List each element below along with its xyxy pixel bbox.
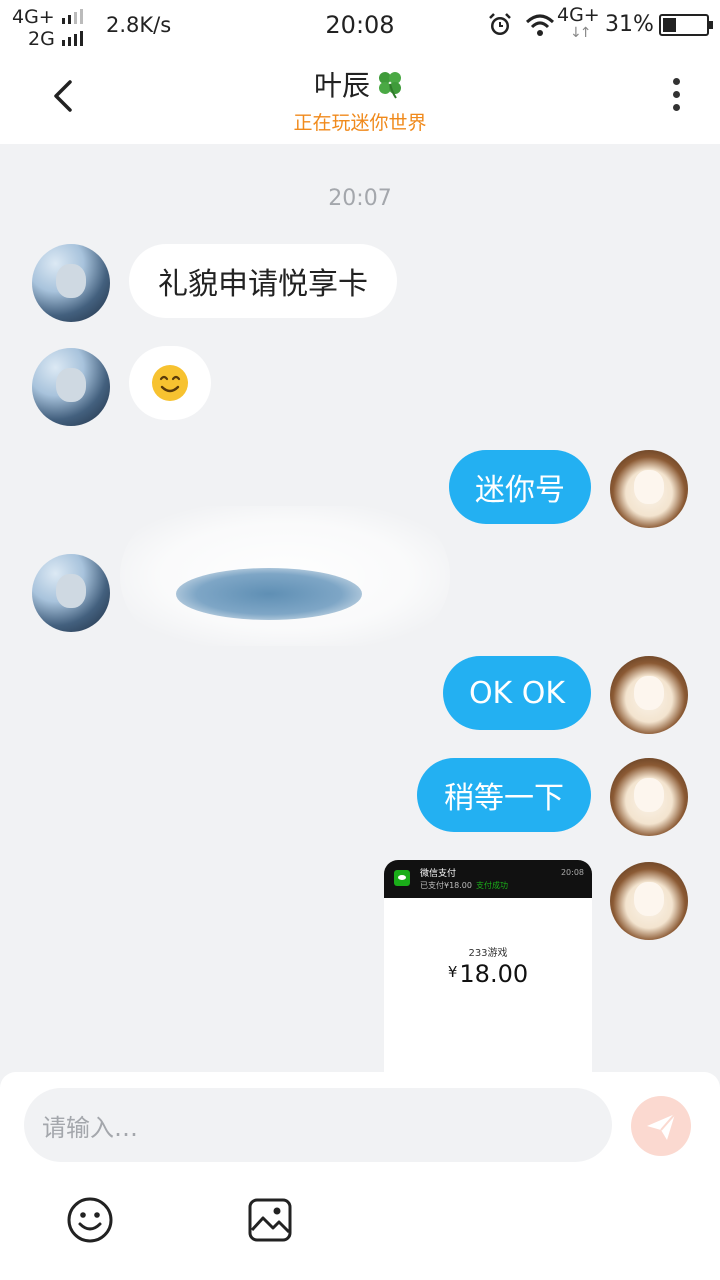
data-activity-icon: ↓↑: [570, 25, 592, 41]
payment-screenshot-image[interactable]: 微信支付 已支付¥18.00 支付成功 20:08 233游戏 ¥18.00: [384, 860, 592, 1074]
payment-app-name: 微信支付: [420, 869, 457, 879]
my-avatar[interactable]: [610, 450, 688, 528]
title-block: 叶辰 正在玩迷你世界: [0, 64, 720, 135]
message-timestamp: 20:07: [328, 186, 392, 211]
redacted-message: [120, 506, 450, 646]
status-bar: 4G+ 2G 2.8K/s 20:08 4G+ ↓↑ 31%: [0, 0, 720, 52]
payment-status: 支付成功: [476, 881, 508, 890]
wifi-icon: [525, 14, 555, 36]
notification-bar: 微信支付 已支付¥18.00 支付成功 20:08: [384, 860, 592, 898]
wechat-pay-icon: [394, 870, 410, 886]
contact-avatar[interactable]: [32, 348, 110, 426]
image-icon[interactable]: [246, 1196, 294, 1244]
smiling-face-emoji: [152, 365, 188, 401]
more-options-button[interactable]: [664, 78, 688, 118]
contact-name-row[interactable]: 叶辰: [314, 64, 406, 104]
input-placeholder: 请输入…: [42, 1113, 138, 1142]
message-text: 迷你号: [475, 473, 565, 508]
payment-merchant: 233游戏: [468, 948, 508, 959]
currency-symbol: ¥: [447, 963, 458, 981]
chat-header: 叶辰 正在玩迷你世界: [0, 52, 720, 144]
dot-icon: [672, 104, 680, 111]
paper-plane-icon: [647, 1113, 676, 1140]
message-bubble-received[interactable]: 礼貌申请悦享卡: [129, 244, 397, 318]
payment-amount: 18.00: [459, 960, 529, 988]
payment-paid-text: 已支付¥18.00: [420, 881, 472, 890]
message-bubble-sent[interactable]: 稍等一下: [417, 758, 591, 832]
message-text: 礼貌申请悦享卡: [158, 267, 368, 302]
message-input[interactable]: 请输入…: [24, 1088, 612, 1162]
four-leaf-clover-icon: [379, 72, 401, 99]
message-text: OK OK: [468, 675, 566, 711]
smiley-face-icon[interactable]: [66, 1196, 114, 1244]
contact-activity-status: 正在玩迷你世界: [293, 112, 427, 134]
my-avatar[interactable]: [610, 758, 688, 836]
message-bubble-sent[interactable]: 迷你号: [449, 450, 591, 524]
battery-icon: [659, 14, 713, 36]
alarm-icon: [489, 13, 511, 35]
message-bubble-sent[interactable]: OK OK: [443, 656, 591, 730]
my-avatar[interactable]: [610, 862, 688, 940]
contact-name: 叶辰: [313, 69, 370, 102]
message-bubble-received[interactable]: [129, 346, 211, 420]
message-text: 稍等一下: [444, 781, 564, 816]
send-button[interactable]: [631, 1096, 691, 1156]
payment-amount-row: ¥18.00: [384, 960, 592, 988]
my-avatar[interactable]: [610, 656, 688, 734]
dot-icon: [672, 91, 680, 98]
redaction-scribble: [176, 568, 362, 620]
battery-percent: 31%: [605, 12, 654, 37]
dot-icon: [672, 78, 680, 85]
contact-avatar[interactable]: [32, 554, 110, 632]
payment-time: 20:08: [560, 868, 584, 877]
input-panel: 请输入…: [0, 1072, 720, 1280]
contact-avatar[interactable]: [32, 244, 110, 322]
network-type-right: 4G+: [557, 4, 600, 26]
